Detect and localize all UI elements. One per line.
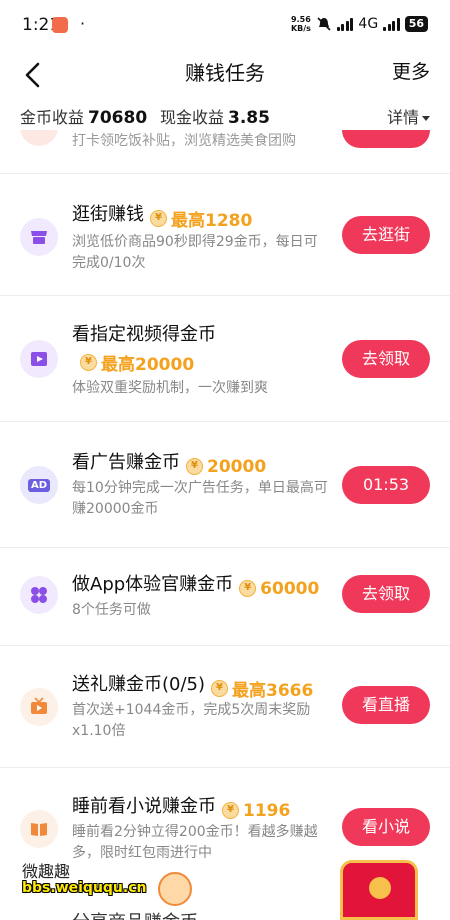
task-title: 睡前看小说赚金币 ¥1196 xyxy=(72,792,290,821)
chest-lock-icon xyxy=(369,877,391,899)
task-title: 看广告赚金币 ¥20000 xyxy=(72,448,266,477)
task-title-text: 做App体验官赚金币 xyxy=(72,574,234,595)
signal-icon xyxy=(336,17,354,31)
task-desc: 打卡领吃饭补贴，浏览精选美食团购 xyxy=(72,133,296,149)
task-reward-value: 最高3666 xyxy=(232,681,314,701)
task-reward: ¥20000 xyxy=(186,457,266,477)
coin-icon: ¥ xyxy=(186,458,203,475)
coin-earnings-label: 金币收益 xyxy=(20,108,85,127)
claim-button[interactable]: 去领取 xyxy=(342,575,430,613)
coin-earnings: 金币收益 70680 xyxy=(20,104,147,128)
mute-icon xyxy=(317,17,331,31)
task-title: 逛街赚钱 ¥ 最高1280 xyxy=(72,200,252,231)
status-right: 9.56 KB/s 4G 56 xyxy=(291,15,428,33)
task-reward-line: ¥ 最高20000 xyxy=(76,348,194,375)
task-reward-value: 60000 xyxy=(260,578,320,599)
task-row-ad: AD 看广告赚金币 ¥20000 每10分钟完成一次广告任务，单日最高可赚2000… xyxy=(0,422,450,548)
watermark-site: bbs.weiququ.cn xyxy=(22,880,147,896)
task-reward-value: 最高1280 xyxy=(171,211,253,231)
watch-live-button[interactable]: 看直播 xyxy=(342,686,430,724)
network-type: 4G xyxy=(358,16,379,32)
task-reward: ¥ 最高3666 xyxy=(211,676,313,701)
coin-icon: ¥ xyxy=(80,354,97,371)
details-label: 详情 xyxy=(386,108,419,127)
clover-icon xyxy=(20,576,58,614)
task-row-gift: 送礼赚金币(0/5) ¥ 最高3666 首次送+1044金币，完成5次周末奖励x1.… xyxy=(0,646,450,768)
battery-icon: 56 xyxy=(404,16,428,32)
task-action-button[interactable] xyxy=(342,130,430,148)
task-reward: ¥1196 xyxy=(222,801,290,821)
cash-earnings-value: 3.85 xyxy=(228,108,270,128)
task-desc: 首次送+1044金币，完成5次周末奖励x1.10倍 xyxy=(72,702,311,739)
header: 赚钱任务 更多 xyxy=(0,52,450,102)
mascot-icon xyxy=(158,872,192,906)
task-title: 送礼赚金币(0/5) ¥ 最高3666 xyxy=(72,670,313,701)
more-button[interactable]: 更多 xyxy=(392,57,430,84)
cash-earnings-label: 现金收益 xyxy=(160,108,225,127)
read-novel-button[interactable]: 看小说 xyxy=(342,808,430,846)
task-row-partial-bottom: 分享商品赚金币 xyxy=(72,908,198,920)
signal-icon-2 xyxy=(383,17,400,31)
net-speed: 9.56 KB/s xyxy=(291,15,311,33)
book-icon xyxy=(20,810,58,848)
coin-icon: ¥ xyxy=(239,580,257,597)
coin-icon: ¥ xyxy=(150,210,167,227)
claim-button[interactable]: 去领取 xyxy=(342,340,430,378)
task-desc: 睡前看2分钟立得200金币！看越多赚越多，限时红包雨进行中 xyxy=(72,824,318,861)
task-desc: 8个任务可做 xyxy=(72,602,151,618)
task-desc: 浏览低价商品90秒即得29金币，每日可完成0/10次 xyxy=(72,234,318,271)
status-dot: · xyxy=(80,14,86,33)
task-title-text: 送礼赚金币(0/5) xyxy=(72,674,206,695)
page-title: 赚钱任务 xyxy=(185,61,265,85)
coin-icon: ¥ xyxy=(211,680,229,697)
net-speed-unit: KB/s xyxy=(290,24,311,33)
task-row-partial: 打卡领吃饭补贴，浏览精选美食团购 xyxy=(0,130,450,174)
ad-countdown-button[interactable]: 01:53 xyxy=(342,466,430,504)
tv-icon xyxy=(20,688,58,726)
details-button[interactable]: 详情 xyxy=(387,104,430,128)
task-title-text: 睡前看小说赚金币 xyxy=(72,796,216,817)
shop-icon xyxy=(20,218,58,256)
task-desc: 每10分钟完成一次广告任务，单日最高可赚20000金币 xyxy=(72,480,328,517)
net-speed-value: 9.56 xyxy=(291,15,311,24)
treasure-chest-icon[interactable] xyxy=(340,860,418,920)
task-row-shopping: 逛街赚钱 ¥ 最高1280 浏览低价商品90秒即得29金币，每日可完成0/10次 去… xyxy=(0,174,450,296)
task-reward-value: 20000 xyxy=(207,456,267,477)
coin-earnings-value: 70680 xyxy=(88,108,148,128)
task-row-video: 看指定视频得金币 ¥ 最高20000 体验双重奖励机制，一次赚到爽 去领取 xyxy=(0,296,450,422)
watermark-text: 微趣趣 xyxy=(22,862,71,881)
status-bar: 1:21 · 9.56 KB/s 4G 56 xyxy=(0,0,450,52)
ad-icon-label: AD xyxy=(27,478,51,492)
food-icon xyxy=(20,130,58,146)
go-shopping-button[interactable]: 去逛街 xyxy=(342,216,430,254)
coin-icon: ¥ xyxy=(222,802,239,819)
task-title-text: 逛街赚钱 xyxy=(72,204,144,225)
task-row-app-tester: 做App体验官赚金币 ¥60000 8个任务可做 去领取 xyxy=(0,548,450,646)
task-title: 做App体验官赚金币 ¥60000 xyxy=(72,570,319,599)
task-reward-value: 1196 xyxy=(243,800,291,821)
cash-earnings: 现金收益 3.85 xyxy=(160,104,270,128)
task-reward: ¥ 最高1280 xyxy=(150,206,252,231)
task-reward-value: 最高20000 xyxy=(101,355,195,375)
task-desc: 体验双重奖励机制，一次赚到爽 xyxy=(72,380,268,396)
task-reward: ¥60000 xyxy=(239,579,319,599)
task-title-text: 看广告赚金币 xyxy=(72,452,180,473)
earnings-bar: 金币收益 70680 现金收益 3.85 详情 xyxy=(0,102,450,130)
video-icon xyxy=(20,340,58,378)
app-notification-icon xyxy=(52,17,68,33)
caret-down-icon xyxy=(422,116,430,121)
task-reward: ¥ 最高20000 xyxy=(80,350,194,375)
ad-icon: AD xyxy=(20,466,58,504)
task-title: 看指定视频得金币 xyxy=(72,324,216,345)
